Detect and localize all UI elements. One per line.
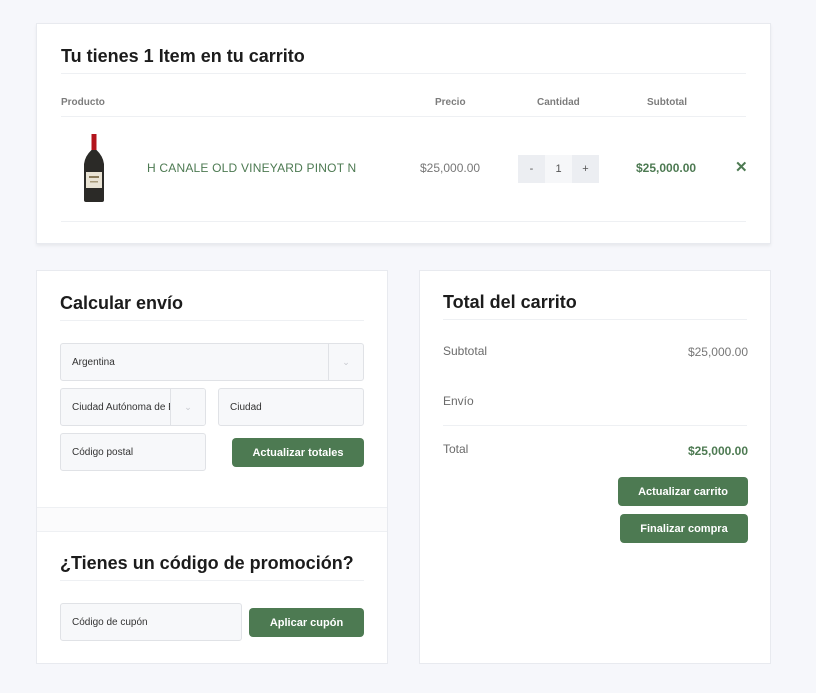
postal-code-field[interactable]: Código postal	[60, 433, 206, 471]
state-select[interactable]: Ciudad Autónoma de Buenos Aires ⌄	[60, 388, 206, 426]
promo-title: ¿Tienes un código de promoción?	[60, 553, 354, 573]
remove-item-icon[interactable]: ✕	[735, 158, 748, 176]
wine-bottle-image[interactable]	[83, 134, 105, 202]
update-cart-button[interactable]: Actualizar carrito	[618, 477, 748, 506]
subtotal-value: $25,000.00	[687, 345, 748, 359]
coupon-code-placeholder: Código de cupón	[72, 616, 148, 628]
country-select[interactable]: Argentina ⌄	[60, 343, 364, 381]
postal-code-placeholder: Código postal	[72, 446, 134, 458]
city-field[interactable]: Ciudad	[218, 388, 364, 426]
total-label: Total	[443, 442, 469, 456]
quantity-decrease-button[interactable]: -	[518, 155, 545, 183]
section-separator	[37, 507, 387, 532]
divider	[61, 73, 746, 74]
divider	[60, 580, 364, 581]
chevron-down-icon: ⌄	[328, 344, 363, 380]
subtotal-label: Subtotal	[443, 344, 488, 358]
shipping-panel: Calcular envío Argentina ⌄ Ciudad Autóno…	[36, 270, 388, 664]
total-value: $25,000.00	[687, 444, 748, 458]
divider	[61, 221, 746, 222]
chevron-down-icon: ⌄	[170, 389, 205, 425]
divider	[60, 320, 364, 321]
divider	[61, 116, 746, 117]
cart-panel: Tu tienes 1 Item en tu carrito Producto …	[36, 23, 771, 244]
city-placeholder: Ciudad	[230, 401, 262, 413]
quantity-input[interactable]: 1	[545, 155, 572, 183]
column-header-product: Producto	[61, 97, 105, 108]
divider	[443, 425, 747, 426]
quantity-stepper: - 1 +	[518, 155, 599, 183]
update-totals-button[interactable]: Actualizar totales	[232, 438, 364, 467]
column-header-quantity: Cantidad	[537, 97, 580, 108]
shipping-label: Envío	[443, 394, 474, 408]
totals-title: Total del carrito	[443, 292, 577, 312]
product-price: $25,000.00	[420, 161, 481, 175]
quantity-increase-button[interactable]: +	[572, 155, 599, 183]
cart-totals-panel: Total del carrito Subtotal $25,000.00 En…	[419, 270, 771, 664]
apply-coupon-button[interactable]: Aplicar cupón	[249, 608, 364, 637]
shipping-title: Calcular envío	[60, 293, 184, 313]
product-name-link[interactable]: H CANALE OLD VINEYARD PINOT N	[147, 161, 356, 175]
coupon-code-field[interactable]: Código de cupón	[60, 603, 242, 641]
product-subtotal: $25,000.00	[636, 161, 697, 175]
checkout-button[interactable]: Finalizar compra	[620, 514, 748, 543]
divider	[443, 319, 747, 320]
column-header-price: Precio	[435, 97, 466, 108]
cart-title: Tu tienes 1 Item en tu carrito	[61, 46, 305, 66]
column-header-subtotal: Subtotal	[647, 97, 687, 108]
country-select-value: Argentina	[72, 356, 115, 368]
